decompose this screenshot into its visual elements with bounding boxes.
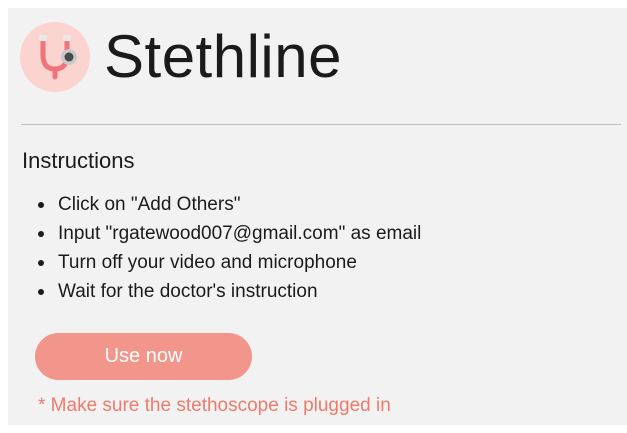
use-now-button[interactable]: Use now <box>35 333 252 380</box>
list-item-text: Click on "Add Others" <box>58 193 241 215</box>
bullet-icon <box>38 288 44 295</box>
stethoscope-icon <box>20 22 90 92</box>
app-title: Stethline <box>104 23 342 90</box>
list-item: Turn off your video and microphone <box>38 248 421 277</box>
list-item: Wait for the doctor's instruction <box>38 277 421 306</box>
bullet-icon <box>38 201 44 208</box>
bullet-icon <box>38 230 44 237</box>
plug-in-note: * Make sure the stethoscope is plugged i… <box>38 395 391 416</box>
instructions-list: Click on "Add Others" Input "rgatewood00… <box>38 190 421 306</box>
app-header: Stethline <box>20 22 342 92</box>
list-item: Click on "Add Others" <box>38 190 421 219</box>
list-item-text: Turn off your video and microphone <box>58 251 357 273</box>
list-item: Input "rgatewood007@gmail.com" as email <box>38 219 421 248</box>
header-divider <box>21 124 621 125</box>
instructions-heading: Instructions <box>22 148 135 173</box>
list-item-text: Input "rgatewood007@gmail.com" as email <box>58 222 422 244</box>
list-item-text: Wait for the doctor's instruction <box>58 280 318 302</box>
instructions-panel: Stethline Instructions Click on "Add Oth… <box>8 8 627 425</box>
bullet-icon <box>38 259 44 266</box>
